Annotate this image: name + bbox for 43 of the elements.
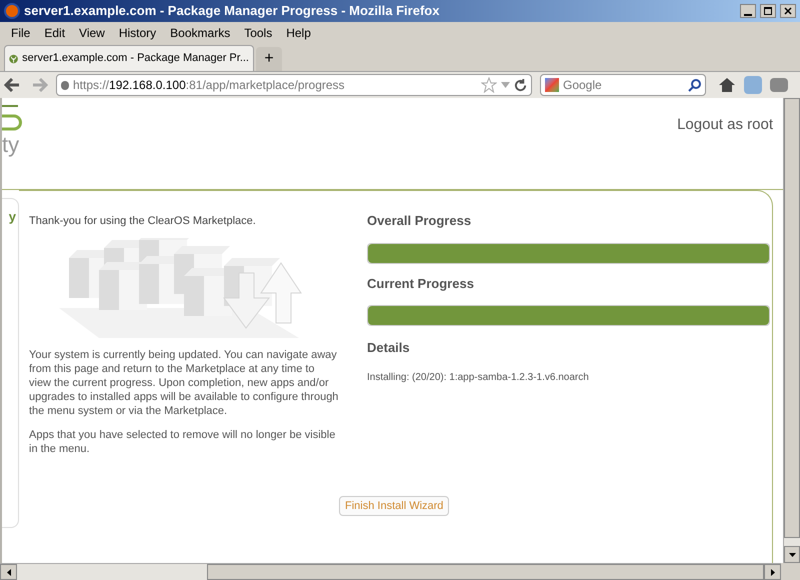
menu-item[interactable]: File	[4, 24, 38, 42]
info-paragraph: Apps that you have selected to remove will no longer be visible in the menu.	[29, 428, 336, 456]
menu-item[interactable]: Edit	[37, 24, 72, 42]
firefox-icon	[4, 3, 20, 19]
minimize-icon	[744, 14, 752, 16]
google-icon	[545, 78, 559, 92]
back-icon[interactable]	[4, 78, 20, 92]
menu-item[interactable]: View	[72, 24, 112, 42]
menu-item[interactable]: Bookmarks	[163, 24, 238, 42]
menu-item[interactable]: Help	[279, 24, 318, 42]
progress-title: Current Progress	[367, 274, 475, 293]
scroll-left-button[interactable]	[0, 564, 17, 580]
star-icon[interactable]	[481, 77, 497, 93]
close-icon	[784, 7, 792, 15]
horizontal-scrollbar[interactable]	[0, 563, 781, 580]
info-paragraph: Your system is currently being updated. You can navigate away from this page and return to the Marketplace at any time to view the current progress. Upon completion, new apps and/or upgrades to installed apps will be available to configure through the menu system or via the Marketplace.	[29, 348, 339, 418]
menu-item[interactable]: Tools	[237, 24, 280, 42]
search-icon[interactable]	[688, 78, 701, 92]
progress-title: Overall Progress	[367, 212, 472, 230]
scroll-thumb[interactable]	[207, 564, 764, 580]
address-bar[interactable]: https://192.168.0.100:81/app/marketplace/progress	[56, 74, 532, 96]
intro-text: Thank-you for using the ClearOS Marketplace.	[29, 214, 257, 229]
details-text: Installing: (20/20): 1:app-samba-1.2.3-1.v6.noarch	[367, 370, 590, 384]
minimize-button[interactable]	[740, 4, 756, 18]
window-title: server1.example.com - Package Manager Progress - Mozilla Firefox	[24, 2, 440, 20]
logout-link[interactable]: Logout as root	[677, 114, 773, 189]
side-panel: y	[2, 198, 19, 528]
home-icon[interactable]	[718, 77, 736, 93]
caret-down-icon	[788, 552, 796, 556]
search-field[interactable]: Google	[540, 74, 706, 96]
new-tab-button[interactable]: +	[256, 47, 282, 71]
details-title: Details	[367, 339, 411, 357]
browser-tab[interactable]: server1.example.com - Package Manager Pr...	[4, 45, 254, 71]
maximize-icon	[764, 7, 772, 15]
maximize-button[interactable]	[760, 4, 776, 18]
scroll-right-button[interactable]	[764, 564, 781, 580]
caret-right-icon	[770, 568, 774, 576]
reload-icon[interactable]	[514, 78, 527, 92]
logo-text: ty	[2, 134, 20, 156]
caret-left-icon	[6, 568, 10, 576]
menu-item[interactable]: History	[112, 24, 164, 42]
close-button[interactable]	[780, 4, 796, 18]
scroll-down-button[interactable]	[784, 546, 800, 563]
